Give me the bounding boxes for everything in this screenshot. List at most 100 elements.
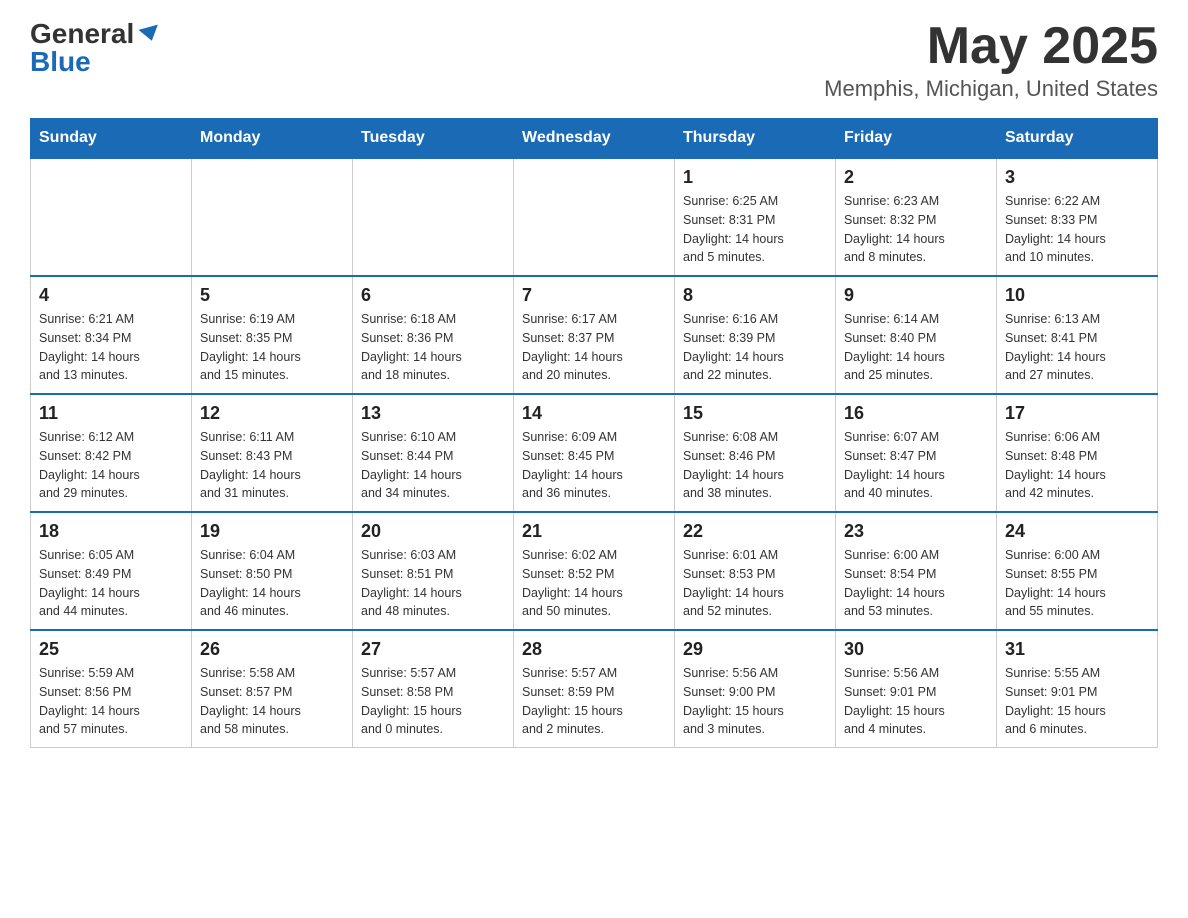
day-number: 31 xyxy=(1005,639,1149,660)
calendar-cell-26: 26 Sunrise: 5:58 AM Sunset: 8:57 PM Dayli… xyxy=(192,630,353,748)
calendar-cell-7: 7 Sunrise: 6:17 AM Sunset: 8:37 PM Daylig… xyxy=(514,276,675,394)
page-header: General Blue May 2025 Memphis, Michigan,… xyxy=(30,20,1158,102)
day-number: 29 xyxy=(683,639,827,660)
calendar-cell-20: 20 Sunrise: 6:03 AM Sunset: 8:51 PM Dayli… xyxy=(353,512,514,630)
day-number: 24 xyxy=(1005,521,1149,542)
calendar-cell-23: 23Sunrise: 6:00 AM Sunset: 8:54 PM Dayli… xyxy=(836,512,997,630)
weekday-header-monday: Monday xyxy=(192,119,353,159)
calendar-cell-15: 15Sunrise: 6:08 AM Sunset: 8:46 PM Dayli… xyxy=(675,394,836,512)
day-number: 30 xyxy=(844,639,988,660)
logo: General Blue xyxy=(30,20,160,76)
week-row-3: 11 Sunrise: 6:12 AM Sunset: 8:42 PM Dayli… xyxy=(31,394,1158,512)
day-info: Sunrise: 6:05 AM Sunset: 8:49 PM Dayligh… xyxy=(39,546,183,621)
day-info: Sunrise: 6:02 AM Sunset: 8:52 PM Dayligh… xyxy=(522,546,666,621)
day-info: Sunrise: 5:57 AM Sunset: 8:58 PM Dayligh… xyxy=(361,664,505,739)
day-number: 22 xyxy=(683,521,827,542)
calendar-cell-21: 21 Sunrise: 6:02 AM Sunset: 8:52 PM Dayli… xyxy=(514,512,675,630)
day-info: Sunrise: 6:09 AM Sunset: 8:45 PM Dayligh… xyxy=(522,428,666,503)
calendar-cell-27: 27 Sunrise: 5:57 AM Sunset: 8:58 PM Dayli… xyxy=(353,630,514,748)
day-info: Sunrise: 6:14 AM Sunset: 8:40 PM Dayligh… xyxy=(844,310,988,385)
calendar-cell-10: 10Sunrise: 6:13 AM Sunset: 8:41 PM Dayli… xyxy=(997,276,1158,394)
day-number: 2 xyxy=(844,167,988,188)
calendar-table: SundayMondayTuesdayWednesdayThursdayFrid… xyxy=(30,118,1158,748)
day-info: Sunrise: 6:01 AM Sunset: 8:53 PM Dayligh… xyxy=(683,546,827,621)
weekday-header-sunday: Sunday xyxy=(31,119,192,159)
day-info: Sunrise: 6:11 AM Sunset: 8:43 PM Dayligh… xyxy=(200,428,344,503)
week-row-2: 4Sunrise: 6:21 AM Sunset: 8:34 PM Daylig… xyxy=(31,276,1158,394)
weekday-header-tuesday: Tuesday xyxy=(353,119,514,159)
day-info: Sunrise: 6:07 AM Sunset: 8:47 PM Dayligh… xyxy=(844,428,988,503)
calendar-cell-3: 3 Sunrise: 6:22 AM Sunset: 8:33 PM Daylig… xyxy=(997,158,1158,276)
calendar-cell-empty-0-0 xyxy=(31,158,192,276)
day-number: 25 xyxy=(39,639,183,660)
day-info: Sunrise: 6:04 AM Sunset: 8:50 PM Dayligh… xyxy=(200,546,344,621)
day-info: Sunrise: 5:58 AM Sunset: 8:57 PM Dayligh… xyxy=(200,664,344,739)
day-info: Sunrise: 6:17 AM Sunset: 8:37 PM Dayligh… xyxy=(522,310,666,385)
calendar-cell-14: 14 Sunrise: 6:09 AM Sunset: 8:45 PM Dayli… xyxy=(514,394,675,512)
calendar-cell-2: 2 Sunrise: 6:23 AM Sunset: 8:32 PM Daylig… xyxy=(836,158,997,276)
calendar-cell-22: 22 Sunrise: 6:01 AM Sunset: 8:53 PM Dayli… xyxy=(675,512,836,630)
day-info: Sunrise: 5:57 AM Sunset: 8:59 PM Dayligh… xyxy=(522,664,666,739)
day-number: 27 xyxy=(361,639,505,660)
day-info: Sunrise: 6:22 AM Sunset: 8:33 PM Dayligh… xyxy=(1005,192,1149,267)
day-number: 5 xyxy=(200,285,344,306)
day-info: Sunrise: 6:16 AM Sunset: 8:39 PM Dayligh… xyxy=(683,310,827,385)
day-info: Sunrise: 6:18 AM Sunset: 8:36 PM Dayligh… xyxy=(361,310,505,385)
week-row-4: 18 Sunrise: 6:05 AM Sunset: 8:49 PM Dayli… xyxy=(31,512,1158,630)
day-info: Sunrise: 6:12 AM Sunset: 8:42 PM Dayligh… xyxy=(39,428,183,503)
day-number: 9 xyxy=(844,285,988,306)
month-title: May 2025 xyxy=(824,20,1158,72)
calendar-cell-16: 16 Sunrise: 6:07 AM Sunset: 8:47 PM Dayli… xyxy=(836,394,997,512)
calendar-cell-29: 29Sunrise: 5:56 AM Sunset: 9:00 PM Dayli… xyxy=(675,630,836,748)
day-number: 11 xyxy=(39,403,183,424)
calendar-cell-6: 6 Sunrise: 6:18 AM Sunset: 8:36 PM Daylig… xyxy=(353,276,514,394)
logo-general-text: General xyxy=(30,20,134,48)
logo-triangle-icon xyxy=(139,25,162,44)
day-number: 3 xyxy=(1005,167,1149,188)
calendar-cell-18: 18 Sunrise: 6:05 AM Sunset: 8:49 PM Dayli… xyxy=(31,512,192,630)
calendar-cell-17: 17 Sunrise: 6:06 AM Sunset: 8:48 PM Dayli… xyxy=(997,394,1158,512)
day-info: Sunrise: 6:23 AM Sunset: 8:32 PM Dayligh… xyxy=(844,192,988,267)
calendar-cell-8: 8 Sunrise: 6:16 AM Sunset: 8:39 PM Daylig… xyxy=(675,276,836,394)
weekday-header-wednesday: Wednesday xyxy=(514,119,675,159)
day-number: 23 xyxy=(844,521,988,542)
calendar-header-row: SundayMondayTuesdayWednesdayThursdayFrid… xyxy=(31,119,1158,159)
day-number: 20 xyxy=(361,521,505,542)
calendar-cell-12: 12Sunrise: 6:11 AM Sunset: 8:43 PM Dayli… xyxy=(192,394,353,512)
week-row-5: 25 Sunrise: 5:59 AM Sunset: 8:56 PM Dayli… xyxy=(31,630,1158,748)
week-row-1: 1 Sunrise: 6:25 AM Sunset: 8:31 PM Daylig… xyxy=(31,158,1158,276)
day-number: 1 xyxy=(683,167,827,188)
day-number: 18 xyxy=(39,521,183,542)
day-number: 7 xyxy=(522,285,666,306)
day-info: Sunrise: 6:03 AM Sunset: 8:51 PM Dayligh… xyxy=(361,546,505,621)
calendar-cell-empty-0-3 xyxy=(514,158,675,276)
day-number: 14 xyxy=(522,403,666,424)
day-info: Sunrise: 6:25 AM Sunset: 8:31 PM Dayligh… xyxy=(683,192,827,267)
day-info: Sunrise: 6:10 AM Sunset: 8:44 PM Dayligh… xyxy=(361,428,505,503)
day-number: 28 xyxy=(522,639,666,660)
day-info: Sunrise: 5:59 AM Sunset: 8:56 PM Dayligh… xyxy=(39,664,183,739)
day-info: Sunrise: 6:13 AM Sunset: 8:41 PM Dayligh… xyxy=(1005,310,1149,385)
day-info: Sunrise: 6:21 AM Sunset: 8:34 PM Dayligh… xyxy=(39,310,183,385)
calendar-cell-24: 24 Sunrise: 6:00 AM Sunset: 8:55 PM Dayli… xyxy=(997,512,1158,630)
day-number: 21 xyxy=(522,521,666,542)
day-info: Sunrise: 6:08 AM Sunset: 8:46 PM Dayligh… xyxy=(683,428,827,503)
day-info: Sunrise: 6:06 AM Sunset: 8:48 PM Dayligh… xyxy=(1005,428,1149,503)
day-info: Sunrise: 6:00 AM Sunset: 8:55 PM Dayligh… xyxy=(1005,546,1149,621)
calendar-cell-1: 1 Sunrise: 6:25 AM Sunset: 8:31 PM Daylig… xyxy=(675,158,836,276)
calendar-cell-13: 13 Sunrise: 6:10 AM Sunset: 8:44 PM Dayli… xyxy=(353,394,514,512)
day-info: Sunrise: 5:56 AM Sunset: 9:01 PM Dayligh… xyxy=(844,664,988,739)
day-number: 26 xyxy=(200,639,344,660)
day-number: 8 xyxy=(683,285,827,306)
day-number: 17 xyxy=(1005,403,1149,424)
calendar-cell-empty-0-1 xyxy=(192,158,353,276)
weekday-header-thursday: Thursday xyxy=(675,119,836,159)
calendar-cell-4: 4Sunrise: 6:21 AM Sunset: 8:34 PM Daylig… xyxy=(31,276,192,394)
calendar-cell-9: 9 Sunrise: 6:14 AM Sunset: 8:40 PM Daylig… xyxy=(836,276,997,394)
day-number: 6 xyxy=(361,285,505,306)
calendar-cell-empty-0-2 xyxy=(353,158,514,276)
day-number: 13 xyxy=(361,403,505,424)
title-block: May 2025 Memphis, Michigan, United State… xyxy=(824,20,1158,102)
day-number: 16 xyxy=(844,403,988,424)
calendar-cell-11: 11 Sunrise: 6:12 AM Sunset: 8:42 PM Dayli… xyxy=(31,394,192,512)
